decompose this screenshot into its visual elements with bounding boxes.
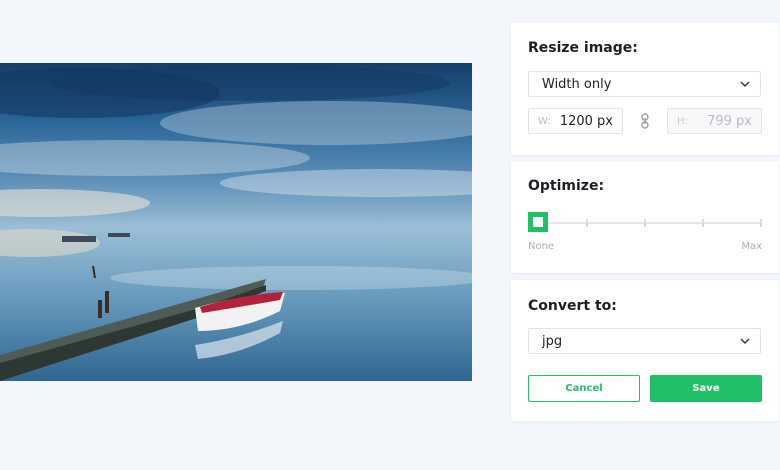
cancel-button[interactable]: Cancel [528, 375, 640, 402]
slider-thumb[interactable] [528, 212, 548, 232]
slider-tick [644, 219, 646, 227]
chevron-down-icon [740, 81, 750, 87]
link-aspect-ratio-icon[interactable] [639, 113, 651, 129]
resize-title: Resize image: [528, 40, 638, 56]
height-label: H: [677, 116, 688, 127]
resize-panel: Resize image: Width only W: 1200 px H: 7… [511, 23, 779, 155]
format-value: jpg [542, 334, 563, 349]
slider-tick [760, 219, 762, 227]
resize-mode-value: Width only [542, 77, 612, 92]
chevron-down-icon [740, 338, 750, 344]
save-button[interactable]: Save [650, 375, 762, 402]
slider-min-label: None [528, 241, 555, 252]
width-value: 1200 px [559, 114, 613, 129]
optimize-title: Optimize: [528, 178, 605, 194]
slider-tick [586, 219, 588, 227]
convert-title: Convert to: [528, 298, 617, 314]
optimize-slider[interactable] [528, 212, 762, 232]
format-select[interactable]: jpg [528, 328, 761, 354]
slider-max-label: Max [741, 241, 762, 252]
height-input[interactable]: H: 799 px [667, 108, 762, 134]
lake-photo [0, 63, 472, 381]
width-input[interactable]: W: 1200 px [528, 108, 623, 134]
image-preview [0, 63, 472, 381]
resize-mode-select[interactable]: Width only [528, 71, 761, 97]
height-value: 799 px [707, 114, 752, 129]
width-label: W: [538, 116, 551, 127]
slider-tick [702, 219, 704, 227]
optimize-panel: Optimize: None Max [511, 162, 779, 273]
convert-panel: Convert to: jpg Cancel Save [511, 280, 779, 421]
